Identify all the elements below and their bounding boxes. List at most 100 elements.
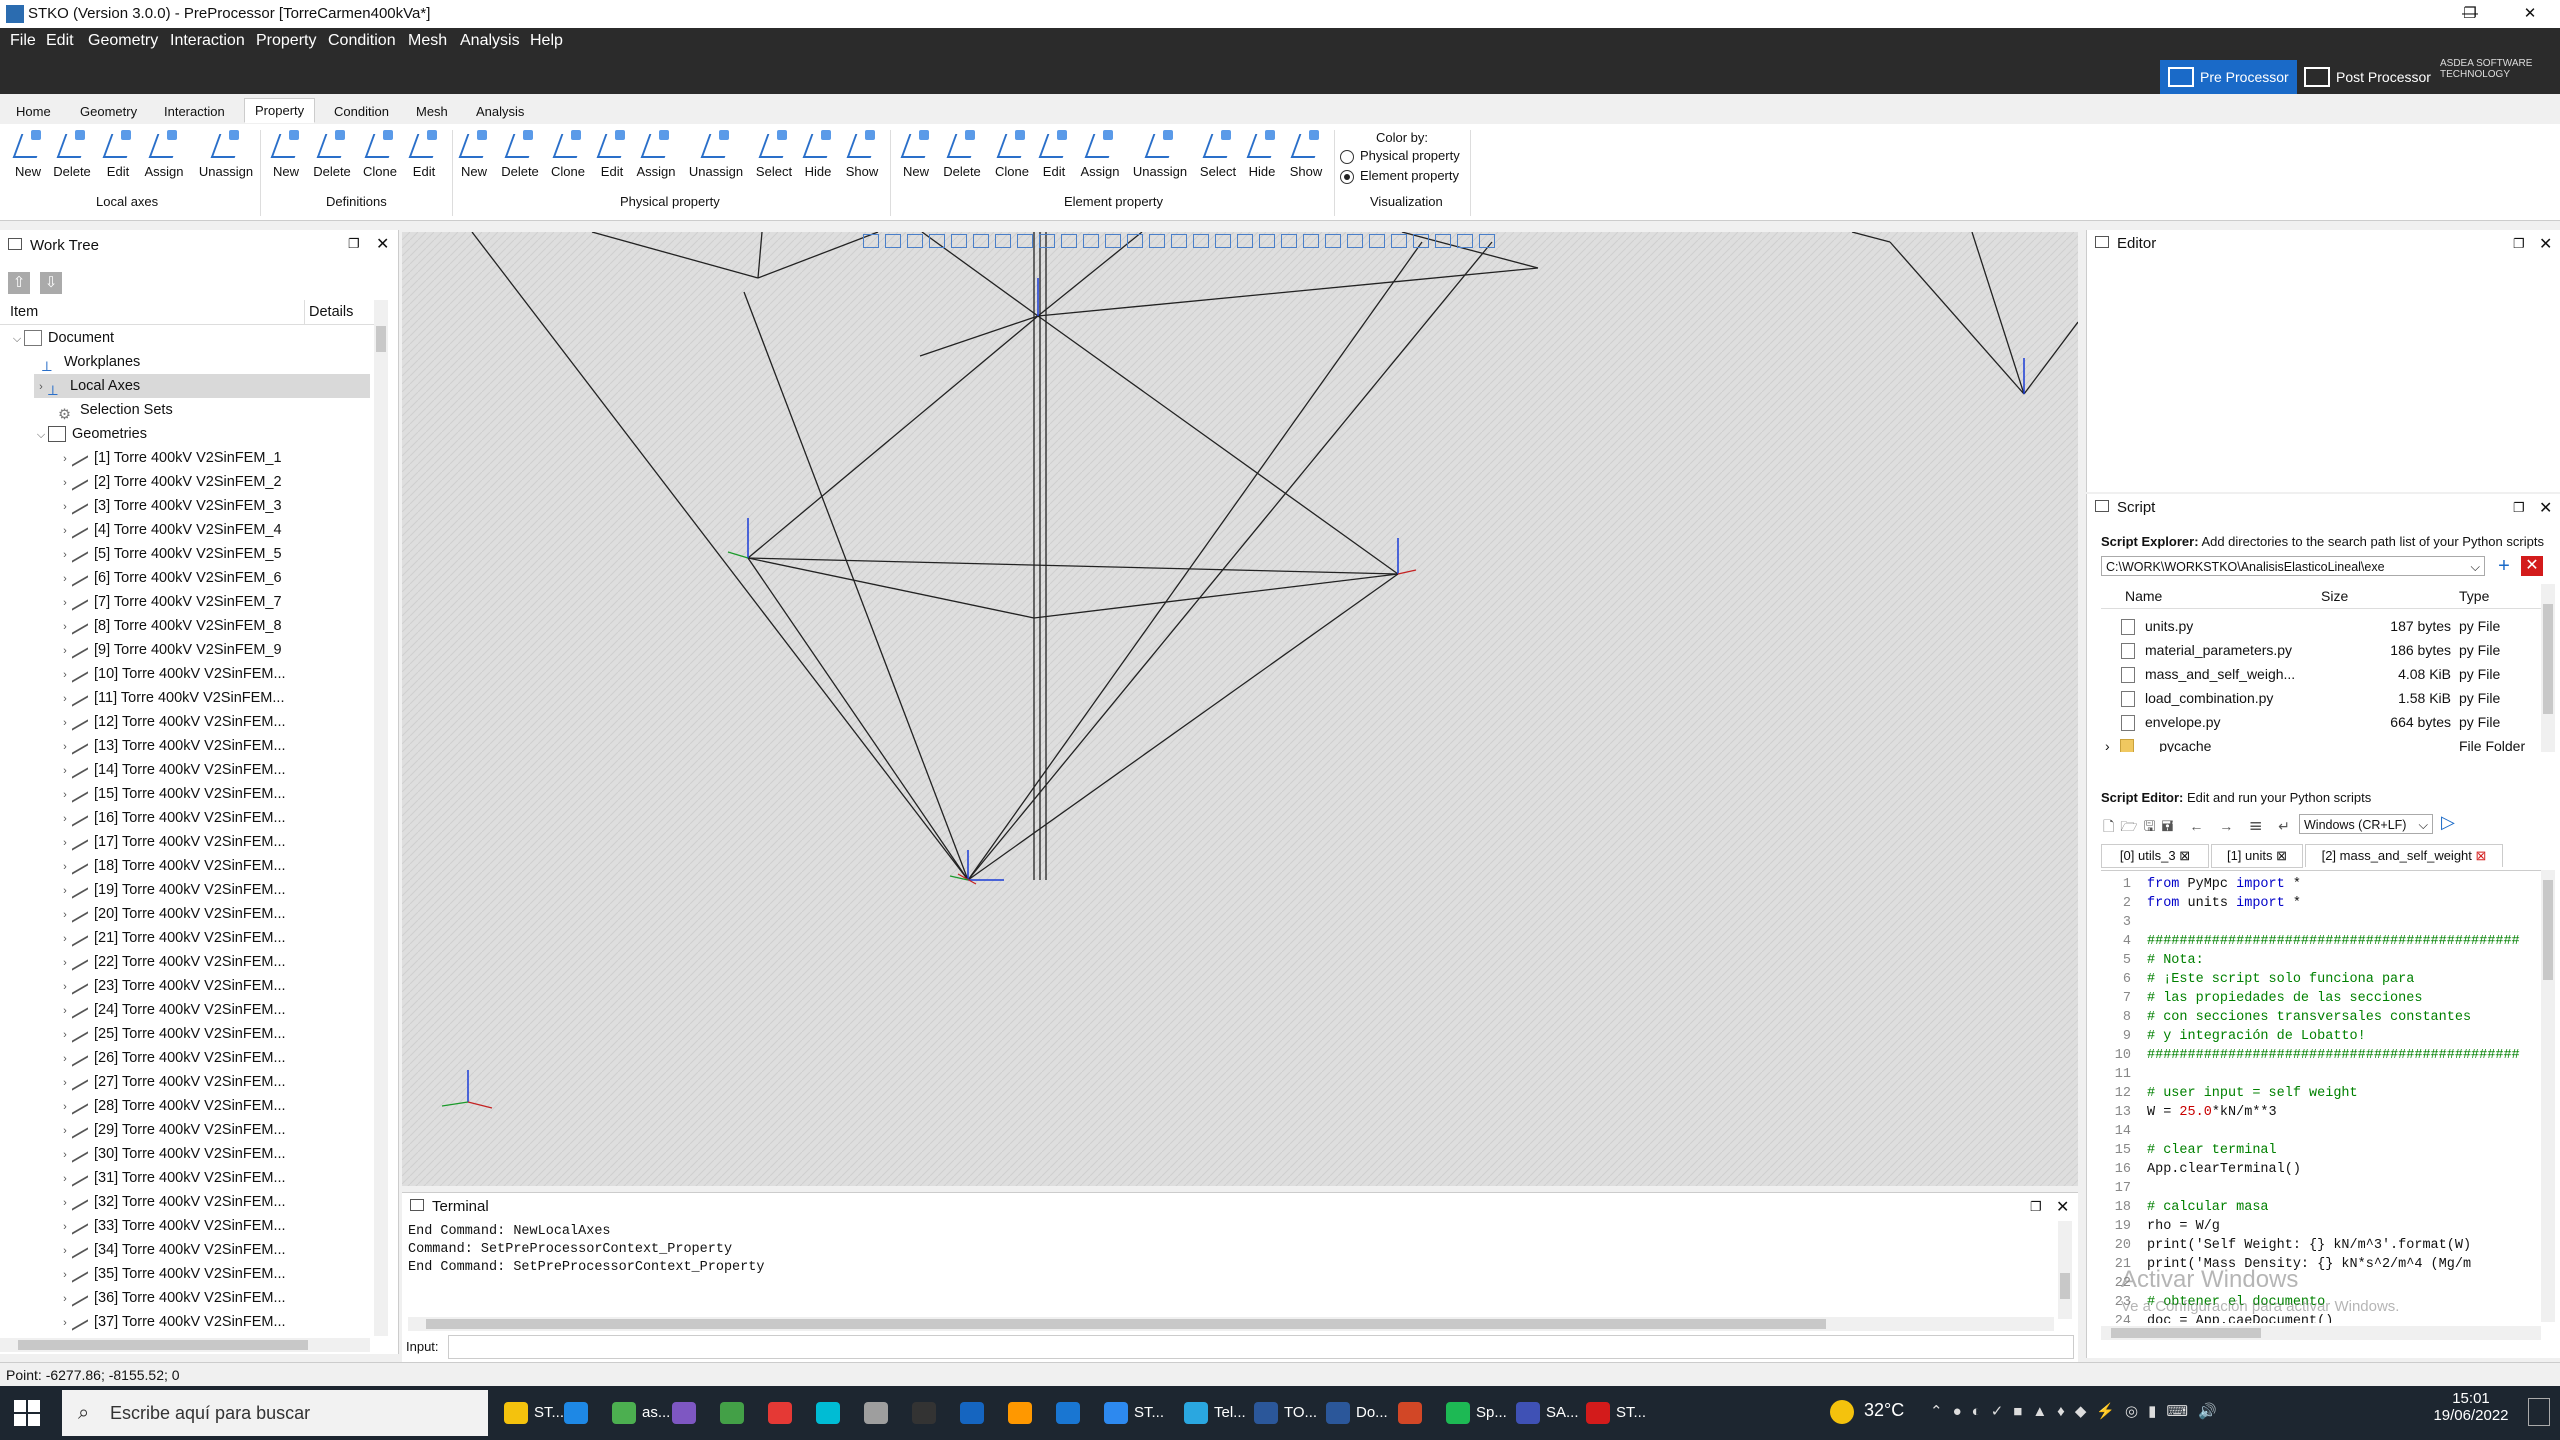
taskbar-app[interactable]: ST... <box>1582 1396 1650 1430</box>
menu-help[interactable]: Help <box>530 32 563 50</box>
tree-item-geometry[interactable]: › [9] Torre 400kV V2SinFEM_9 <box>58 638 282 662</box>
physical-new-button[interactable]: New <box>452 130 496 179</box>
definitions-delete-button[interactable]: Delete <box>310 130 354 179</box>
tree-item-geometry[interactable]: › [37] Torre 400kV V2SinFEM... <box>58 1310 286 1332</box>
taskbar-app[interactable] <box>812 1396 858 1430</box>
float-icon[interactable]: ❐ <box>2030 1199 2042 1215</box>
element-hide-button[interactable]: Hide <box>1240 130 1284 179</box>
close-icon[interactable]: ✕ <box>2056 1197 2069 1217</box>
view-top-icon[interactable] <box>973 234 989 248</box>
tree-item-geometry[interactable]: › [6] Torre 400kV V2SinFEM_6 <box>58 566 282 590</box>
menu-edit[interactable]: Edit <box>46 32 74 50</box>
tree-item-geometry[interactable]: › [19] Torre 400kV V2SinFEM... <box>58 878 286 902</box>
menu-interaction[interactable]: Interaction <box>170 32 245 50</box>
tree-item-geometry[interactable]: › [12] Torre 400kV V2SinFEM... <box>58 710 286 734</box>
taskbar-app[interactable]: ST... <box>1100 1396 1178 1430</box>
axes-toggle-icon[interactable] <box>1237 234 1253 248</box>
tree-item-geometry[interactable]: › [21] Torre 400kV V2SinFEM... <box>58 926 286 950</box>
tree-item-local-axes[interactable]: › ⟂ Local Axes <box>34 374 370 399</box>
tab-property[interactable]: Property <box>244 98 316 123</box>
close-icon[interactable]: ✕ <box>376 234 389 254</box>
local-axes-assign-button[interactable]: Assign <box>142 130 186 179</box>
local-axes-unassign-button[interactable]: Unassign <box>198 130 254 179</box>
terminal-input[interactable] <box>448 1335 2074 1359</box>
taskbar-app[interactable]: SA... <box>1512 1396 1580 1430</box>
menu-property[interactable]: Property <box>256 32 316 50</box>
menu-file[interactable]: File <box>10 32 36 50</box>
taskbar-app[interactable] <box>764 1396 810 1430</box>
physical-delete-button[interactable]: Delete <box>498 130 542 179</box>
taskbar-app[interactable] <box>1004 1396 1050 1430</box>
zoom-fit-icon[interactable] <box>1127 234 1143 248</box>
taskbar-app[interactable] <box>956 1396 1002 1430</box>
tree-hscroll[interactable] <box>0 1338 370 1352</box>
tree-item-geometry[interactable]: › [34] Torre 400kV V2SinFEM... <box>58 1238 286 1262</box>
tree-item-geometry[interactable]: › [26] Torre 400kV V2SinFEM... <box>58 1046 286 1070</box>
tree-item-geometry[interactable]: › [25] Torre 400kV V2SinFEM... <box>58 1022 286 1046</box>
local-axes-delete-button[interactable]: Delete <box>50 130 94 179</box>
menu-analysis[interactable]: Analysis <box>460 32 520 50</box>
taskbar-app[interactable]: Tel... <box>1180 1396 1248 1430</box>
file-row[interactable]: › __pycache__ File Folder <box>2101 734 2541 752</box>
tree-item-geometry[interactable]: › [29] Torre 400kV V2SinFEM... <box>58 1118 286 1142</box>
editor-toolbar[interactable]: 🗋🗁🖫🖬 ← → ☰ ↵ <box>2103 816 2296 840</box>
temperature[interactable]: 32°C <box>1864 1400 1904 1421</box>
physical-select-button[interactable]: Select <box>752 130 796 179</box>
faces-icon[interactable] <box>1457 234 1473 248</box>
tab-mesh[interactable]: Mesh <box>406 102 458 121</box>
terminal-hscroll[interactable] <box>408 1317 2054 1331</box>
physical-show-button[interactable]: Show <box>840 130 884 179</box>
tab-utils[interactable]: [0] utils_3 ⊠ <box>2101 844 2209 868</box>
tree-item-geometry[interactable]: › [11] Torre 400kV V2SinFEM... <box>58 686 284 710</box>
3d-viewport[interactable] <box>402 232 2078 1186</box>
grid-icon[interactable] <box>1215 234 1231 248</box>
tree-item-geometry[interactable]: › [17] Torre 400kV V2SinFEM... <box>58 830 286 854</box>
physical-unassign-button[interactable]: Unassign <box>688 130 744 179</box>
taskbar-search[interactable]: ⌕ Escribe aquí para buscar <box>62 1390 488 1436</box>
tree-item-geometry[interactable]: › [23] Torre 400kV V2SinFEM... <box>58 974 286 998</box>
tree-item-document[interactable]: ⌵ Document <box>10 326 114 350</box>
tree-item-selection-sets[interactable]: ⚙ Selection Sets <box>58 398 173 423</box>
taskbar-app[interactable] <box>668 1396 714 1430</box>
file-vscroll[interactable] <box>2541 584 2555 752</box>
tree-item-geometry[interactable]: › [2] Torre 400kV V2SinFEM_2 <box>58 470 282 494</box>
view-back-icon[interactable] <box>907 234 923 248</box>
screenshot-icon[interactable] <box>1171 234 1187 248</box>
definitions-new-button[interactable]: New <box>264 130 308 179</box>
tree-item-geometry[interactable]: › [8] Torre 400kV V2SinFEM_8 <box>58 614 282 638</box>
weather-icon[interactable] <box>1830 1400 1854 1424</box>
layers-icon[interactable] <box>1325 234 1341 248</box>
menu-condition[interactable]: Condition <box>328 32 396 50</box>
perspective-icon[interactable] <box>1083 234 1099 248</box>
taskbar-app[interactable] <box>716 1396 762 1430</box>
physical-clone-button[interactable]: Clone <box>546 130 590 179</box>
taskbar-app[interactable]: Sp... <box>1442 1396 1510 1430</box>
taskbar-app[interactable]: Do... <box>1322 1396 1392 1430</box>
terminal-vscroll[interactable] <box>2058 1221 2072 1319</box>
select-box-icon[interactable] <box>1259 234 1275 248</box>
file-row[interactable]: load_combination.py 1.58 KiB py File <box>2101 686 2541 710</box>
element-select-button[interactable]: Select <box>1196 130 1240 179</box>
element-unassign-button[interactable]: Unassign <box>1132 130 1188 179</box>
tree-item-geometry[interactable]: › [27] Torre 400kV V2SinFEM... <box>58 1070 286 1094</box>
code-vscroll[interactable] <box>2541 870 2555 1322</box>
float-icon[interactable]: ❐ <box>348 236 360 252</box>
taskbar-app[interactable] <box>908 1396 954 1430</box>
tree-item-geometry[interactable]: › [36] Torre 400kV V2SinFEM... <box>58 1286 286 1310</box>
taskbar-app[interactable]: TO... <box>1250 1396 1320 1430</box>
file-row[interactable]: units.py 187 bytes py File <box>2101 614 2541 638</box>
taskbar-app[interactable] <box>560 1396 606 1430</box>
tree-item-geometry[interactable]: › [14] Torre 400kV V2SinFEM... <box>58 758 286 782</box>
edges-icon[interactable] <box>1435 234 1451 248</box>
element-edit-button[interactable]: Edit <box>1032 130 1076 179</box>
tree-item-geometry[interactable]: › [24] Torre 400kV V2SinFEM... <box>58 998 286 1022</box>
tree-item-geometry[interactable]: › [5] Torre 400kV V2SinFEM_5 <box>58 542 282 566</box>
nodes-icon[interactable] <box>1413 234 1429 248</box>
tab-geometry[interactable]: Geometry <box>70 102 147 121</box>
view-right-icon[interactable] <box>951 234 967 248</box>
select-poly-icon[interactable] <box>1281 234 1297 248</box>
zoom-icon[interactable] <box>1149 234 1165 248</box>
add-path-button[interactable]: + <box>2493 556 2515 576</box>
element-new-button[interactable]: New <box>894 130 938 179</box>
tree-item-geometry[interactable]: › [1] Torre 400kV V2SinFEM_1 <box>58 446 282 470</box>
